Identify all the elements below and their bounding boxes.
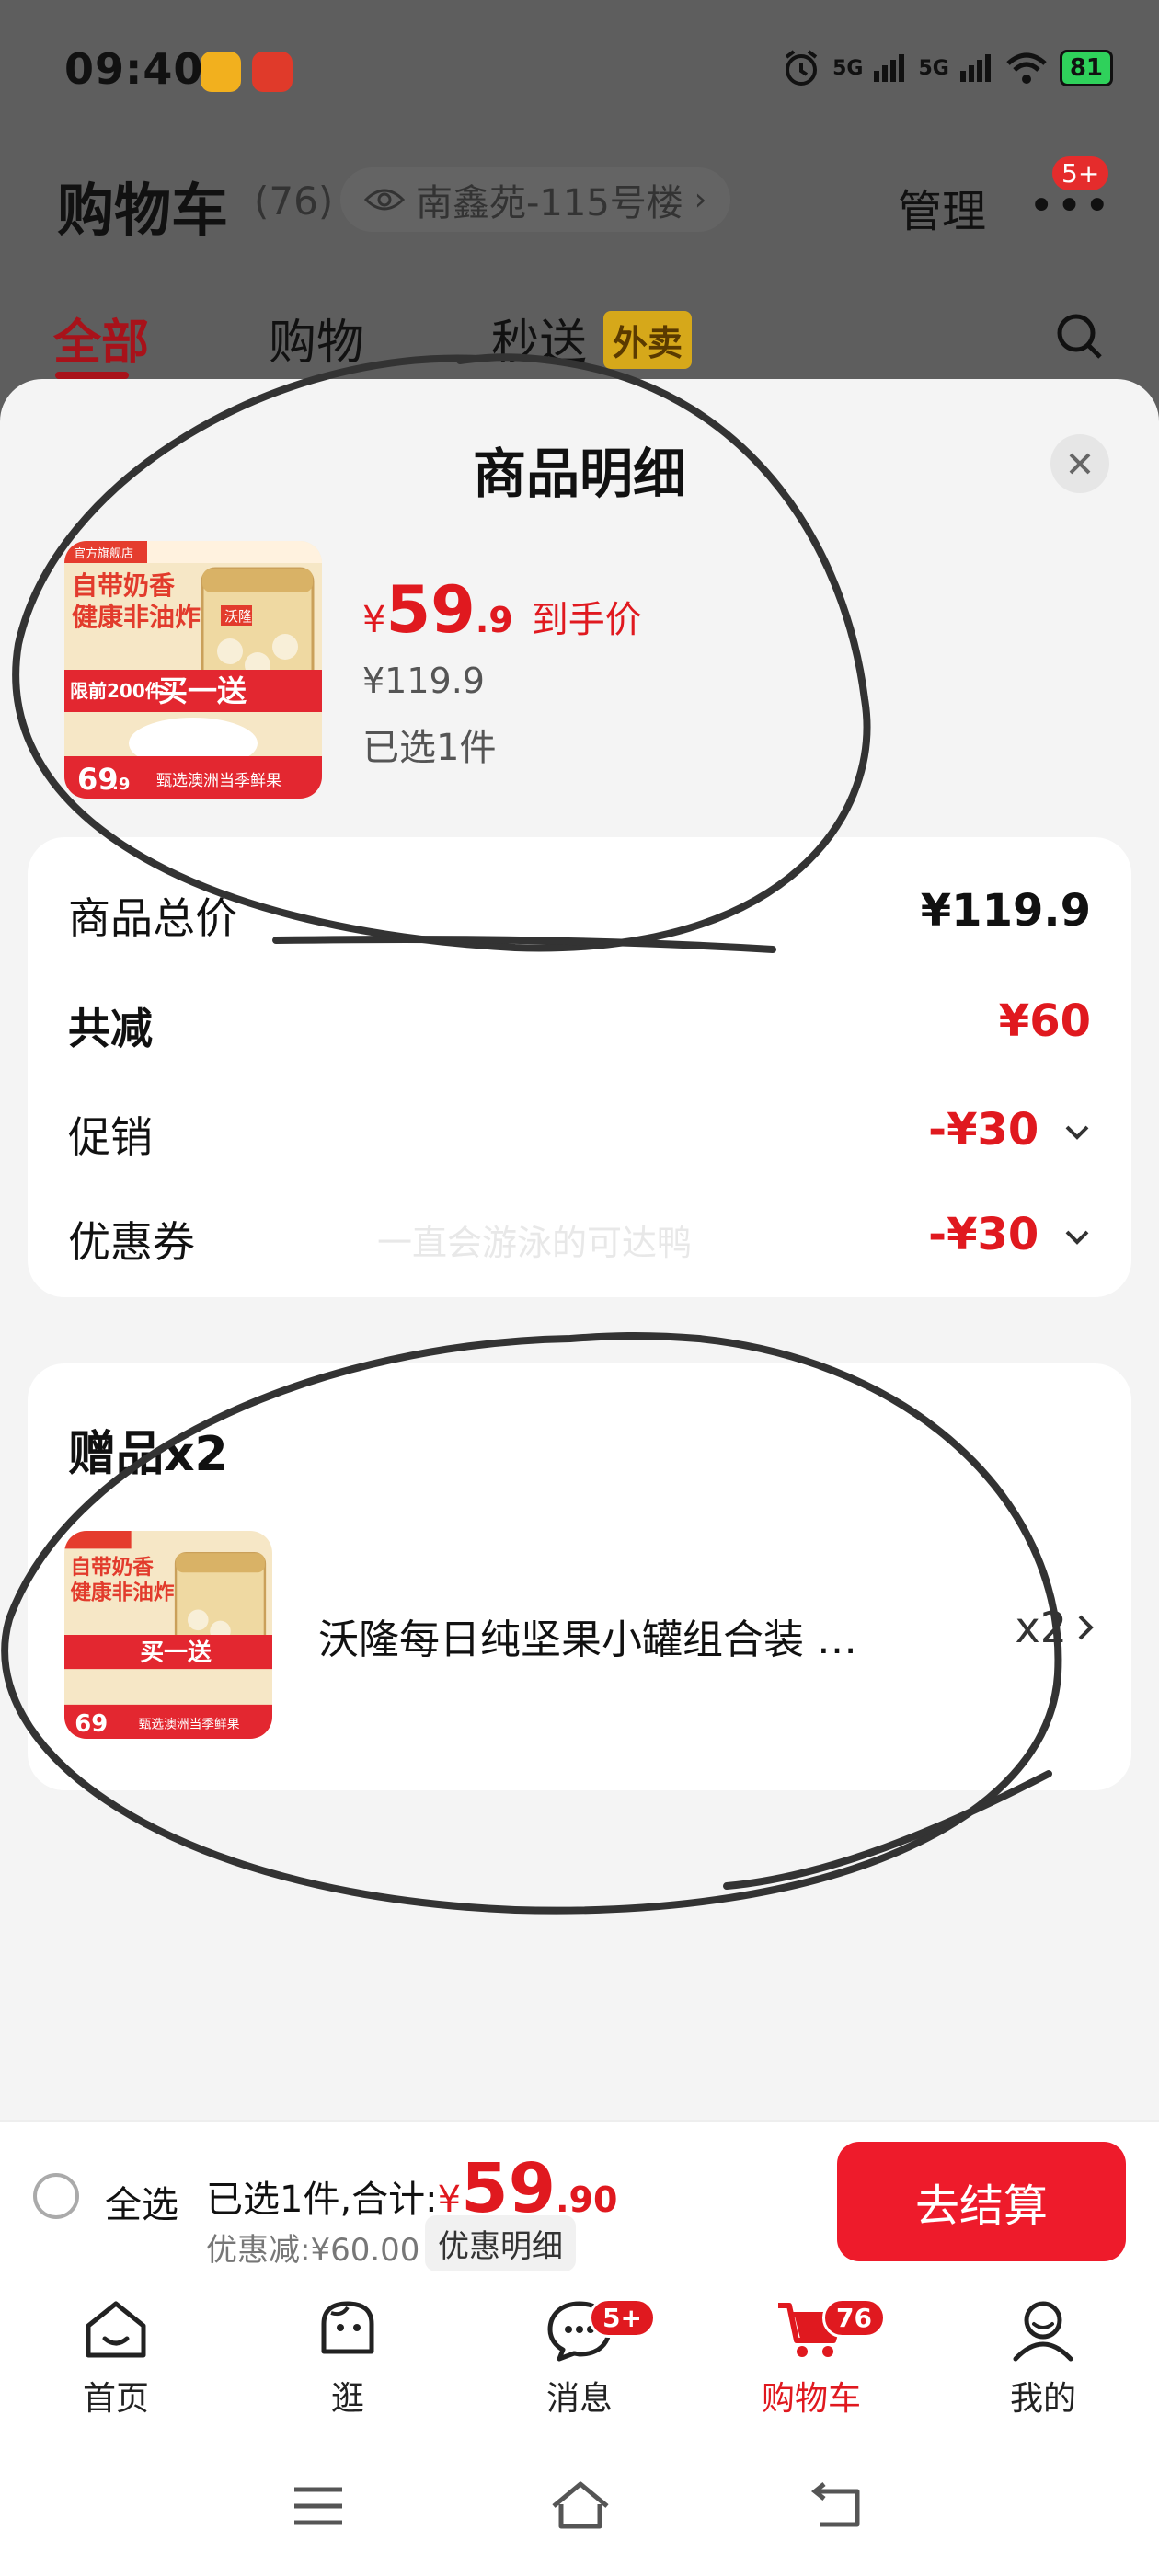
signal-5g-label-2: 5G <box>918 56 949 80</box>
weibo-app-icon <box>201 52 241 92</box>
chevron-down-icon <box>1065 1230 1089 1245</box>
eye-icon <box>364 189 405 211</box>
svg-text:健康非油炸: 健康非油炸 <box>70 1580 174 1604</box>
recent-apps-icon[interactable] <box>291 2482 346 2530</box>
original-price: ¥119.9 <box>362 661 485 701</box>
more-badge: 5+ <box>1052 156 1109 190</box>
promotion-value: -¥30 <box>928 1104 1039 1156</box>
svg-text:自带奶香: 自带奶香 <box>70 1555 154 1580</box>
checkout-bar: 全选 已选1件,合计: ¥ 59 .90 优惠减:¥60.00 优惠明细 去结算 <box>0 2120 1159 2282</box>
wifi-icon <box>1006 52 1047 84</box>
promotion-label: 促销 <box>68 1112 153 1162</box>
gift-image-art: 自带奶香 健康非油炸 买一送 69 甄选澳洲当季鲜果 <box>64 1531 272 1739</box>
battery-icon: 81 <box>1059 50 1113 86</box>
status-time: 09:40 <box>64 44 204 94</box>
home-icon <box>86 2301 146 2358</box>
select-all-checkbox[interactable] <box>33 2173 79 2219</box>
tab-active-indicator <box>55 372 129 379</box>
close-button[interactable] <box>1050 434 1109 493</box>
nav-cart[interactable]: 购物车 76 <box>738 2296 886 2420</box>
svg-text:限前200件: 限前200件 <box>70 680 164 702</box>
system-navigation-bar <box>0 2444 1159 2576</box>
nav-home[interactable]: 首页 <box>42 2296 189 2420</box>
discount-detail-button[interactable]: 优惠明细 <box>425 2215 576 2271</box>
close-icon <box>1069 453 1091 475</box>
nav-browse[interactable]: 逛 <box>274 2296 421 2420</box>
gift-quantity[interactable]: x2 <box>1016 1603 1096 1652</box>
address-selector[interactable]: 南鑫苑-115号楼 › <box>340 167 731 232</box>
svg-text:甄选澳洲当季鲜果: 甄选澳洲当季鲜果 <box>156 772 281 790</box>
address-text: 南鑫苑-115号楼 <box>416 182 683 224</box>
subtotal-label: 商品总价 <box>68 893 237 943</box>
svg-text:买一送: 买一送 <box>140 1639 212 1666</box>
coupon-value: -¥30 <box>928 1209 1039 1260</box>
cart-count: (76) <box>254 178 334 224</box>
alarm-icon <box>785 50 818 86</box>
gift-card: 赠品x2 自带奶香 健康非油炸 买一送 69 甄选澳洲当季鲜果 沃隆每日纯坚果小… <box>28 1363 1131 1790</box>
selected-summary: 已选1件,合计: <box>206 2179 438 2221</box>
nav-messages[interactable]: 消息 5+ <box>506 2296 656 2420</box>
signal-icon <box>874 54 907 82</box>
checkout-button[interactable]: 去结算 <box>837 2142 1126 2261</box>
tab-all[interactable]: 全部 <box>53 304 149 373</box>
cart-badge: 76 <box>822 2298 886 2338</box>
nav-profile[interactable]: 我的 <box>970 2296 1117 2420</box>
signal-5g-label: 5G <box>832 56 864 80</box>
discount-amount: 优惠减:¥60.00 <box>206 2232 420 2269</box>
back-icon[interactable] <box>809 2480 865 2530</box>
svg-text:自带奶香: 自带奶香 <box>72 570 175 601</box>
select-all-label[interactable]: 全选 <box>105 2175 178 2228</box>
system-home-icon[interactable] <box>548 2477 613 2532</box>
sheet-title: 商品明细 <box>472 443 686 505</box>
svg-text:甄选澳洲当季鲜果: 甄选澳洲当季鲜果 <box>139 1718 240 1732</box>
browse-icon <box>321 2301 374 2354</box>
smzdm-app-icon <box>252 52 293 92</box>
svg-text:买一送: 买一送 <box>158 673 247 708</box>
svg-text:官方旗舰店: 官方旗舰店 <box>74 546 133 561</box>
deal-price-label: 到手价 <box>531 599 642 641</box>
manage-button[interactable]: 管理 <box>898 175 986 239</box>
chevron-down-icon <box>1065 1125 1089 1140</box>
product-image-art: 官方旗舰店 自带奶香 健康非油炸 沃隆 限前200件 买一送 69 .9 甄选澳… <box>64 541 322 799</box>
gift-image[interactable]: 自带奶香 健康非油炸 买一送 69 甄选澳洲当季鲜果 <box>64 1531 272 1739</box>
coupon-row[interactable]: -¥30 <box>928 1209 1091 1260</box>
tab-shopping[interactable]: 购物 <box>269 304 364 373</box>
messages-badge: 5+ <box>589 2298 656 2338</box>
signal-icon-2 <box>959 54 993 82</box>
product-image[interactable]: 官方旗舰店 自带奶香 健康非油炸 沃隆 限前200件 买一送 69 .9 甄选澳… <box>64 541 322 799</box>
tab-instant-delivery[interactable]: 秒送 <box>491 304 587 373</box>
svg-text:69: 69 <box>75 1710 108 1738</box>
profile-icon <box>1013 2301 1073 2362</box>
subtotal-value: ¥119.9 <box>920 885 1091 937</box>
bottom-navigation: 首页 逛 消息 5+ 购物车 76 我的 <box>0 2280 1159 2444</box>
selected-count: 已选1件 <box>362 727 497 769</box>
chevron-right-icon <box>1078 1615 1094 1640</box>
chevron-right-icon: › <box>694 181 707 218</box>
total-discount-value: ¥60 <box>998 995 1091 1047</box>
watermark-text: 一直会游泳的可达鸭 <box>377 1223 693 1263</box>
gift-name[interactable]: 沃隆每日纯坚果小罐组合装 … <box>318 1606 857 1665</box>
deal-price: ¥ 59 .9 到手价 <box>362 572 642 648</box>
takeout-tag: 外卖 <box>603 311 693 369</box>
price-summary-card: 商品总价 ¥119.9 共减 ¥60 促销 -¥30 一直会游泳的可达鸭 优惠券… <box>28 837 1131 1297</box>
svg-text:健康非油炸: 健康非油炸 <box>72 602 201 632</box>
status-bar: 09:40 5G 5G 81 <box>0 0 1159 138</box>
gift-title: 赠品x2 <box>68 1427 228 1482</box>
coupon-label: 优惠券 <box>68 1217 195 1267</box>
total-discount-label: 共减 <box>68 1004 153 1053</box>
promotion-row[interactable]: -¥30 <box>928 1104 1091 1156</box>
svg-text:沃隆: 沃隆 <box>224 608 252 625</box>
page-title: 购物车 <box>57 177 229 244</box>
search-icon[interactable] <box>1054 311 1106 362</box>
svg-text:.9: .9 <box>112 775 130 794</box>
